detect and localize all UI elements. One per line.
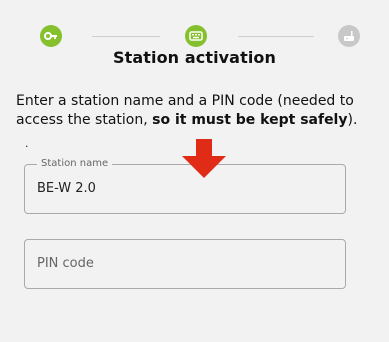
instructions-emphasis: so it must be kept safely <box>152 112 348 128</box>
keyboard-icon <box>189 31 203 41</box>
arrow-down-icon <box>182 139 226 178</box>
step-3-router <box>338 25 360 47</box>
station-name-input[interactable] <box>37 181 327 196</box>
page-title: Station activation <box>112 48 276 67</box>
arrow-down-shape <box>182 139 226 178</box>
step-connector <box>92 36 160 37</box>
station-name-label: Station name <box>37 157 113 171</box>
step-2-keyboard <box>185 25 207 47</box>
step-1-key <box>40 25 62 47</box>
dot-mark: . <box>25 137 29 150</box>
instructions-end: ). <box>347 112 358 128</box>
key-icon <box>44 32 57 40</box>
pin-code-field[interactable] <box>24 239 346 289</box>
step-connector <box>238 36 314 37</box>
instructions-text: Enter a station name and a PIN code (nee… <box>16 92 366 130</box>
pin-code-input[interactable] <box>37 256 327 271</box>
router-icon <box>344 31 354 41</box>
